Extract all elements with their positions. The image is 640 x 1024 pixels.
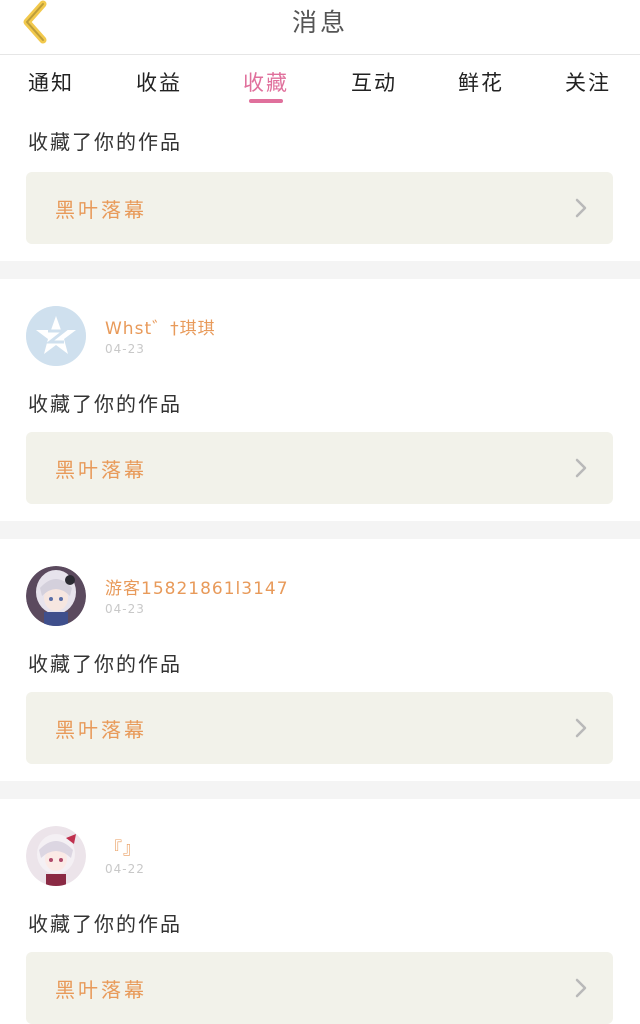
action-text: 收藏了你的作品 xyxy=(28,912,182,936)
tab-flowers[interactable]: 鲜花 xyxy=(458,67,504,97)
qq-star-icon xyxy=(26,306,86,366)
work-link[interactable]: 黑叶落幕 xyxy=(26,952,613,1024)
chevron-right-icon xyxy=(575,198,587,218)
work-title: 黑叶落幕 xyxy=(55,978,147,1002)
chevron-right-icon xyxy=(575,458,587,478)
work-title: 黑叶落幕 xyxy=(55,198,147,222)
chevron-right-icon xyxy=(575,978,587,998)
avatar[interactable] xyxy=(26,566,86,626)
avatar[interactable] xyxy=(26,826,86,886)
action-text: 收藏了你的作品 xyxy=(28,392,182,416)
user-name[interactable]: 游客15821861l3147 xyxy=(105,574,289,599)
divider xyxy=(0,781,640,799)
timestamp: 04-23 xyxy=(105,342,145,356)
action-text: 收藏了你的作品 xyxy=(28,652,182,676)
divider xyxy=(0,261,640,279)
top-bar: 消息 xyxy=(0,0,640,55)
active-tab-indicator xyxy=(249,99,283,103)
anime-girl-avatar xyxy=(26,826,86,886)
work-link[interactable]: 黑叶落幕 xyxy=(26,692,613,764)
page-title: 消息 xyxy=(291,8,348,37)
divider xyxy=(0,521,640,539)
user-name[interactable]: 『』 xyxy=(105,834,141,859)
action-text: 收藏了你的作品 xyxy=(28,130,182,154)
work-link[interactable]: 黑叶落幕 xyxy=(26,432,613,504)
timestamp: 04-23 xyxy=(105,602,145,616)
work-title: 黑叶落幕 xyxy=(55,718,147,742)
tab-interactions[interactable]: 互动 xyxy=(351,67,397,97)
list-item: 收藏了你的作品 黑叶落幕 xyxy=(0,107,640,261)
anime-girl-avatar xyxy=(26,566,86,626)
tab-following[interactable]: 关注 xyxy=(565,67,611,97)
avatar[interactable] xyxy=(26,306,86,366)
work-title: 黑叶落幕 xyxy=(55,458,147,482)
tab-earnings[interactable]: 收益 xyxy=(136,67,182,97)
list-item: 『』 04-22 收藏了你的作品 黑叶落幕 xyxy=(0,799,640,1024)
chevron-right-icon xyxy=(575,718,587,738)
list-item: 游客15821861l3147 04-23 收藏了你的作品 黑叶落幕 xyxy=(0,539,640,781)
list-item: Whst゛†琪琪 04-23 收藏了你的作品 黑叶落幕 xyxy=(0,279,640,521)
tab-favorites[interactable]: 收藏 xyxy=(243,67,289,97)
user-name[interactable]: Whst゛†琪琪 xyxy=(105,314,216,339)
work-link[interactable]: 黑叶落幕 xyxy=(26,172,613,244)
tab-notifications[interactable]: 通知 xyxy=(28,67,74,97)
tab-bar: 通知 收益 收藏 互动 鲜花 关注 xyxy=(0,55,640,107)
timestamp: 04-22 xyxy=(105,862,145,876)
